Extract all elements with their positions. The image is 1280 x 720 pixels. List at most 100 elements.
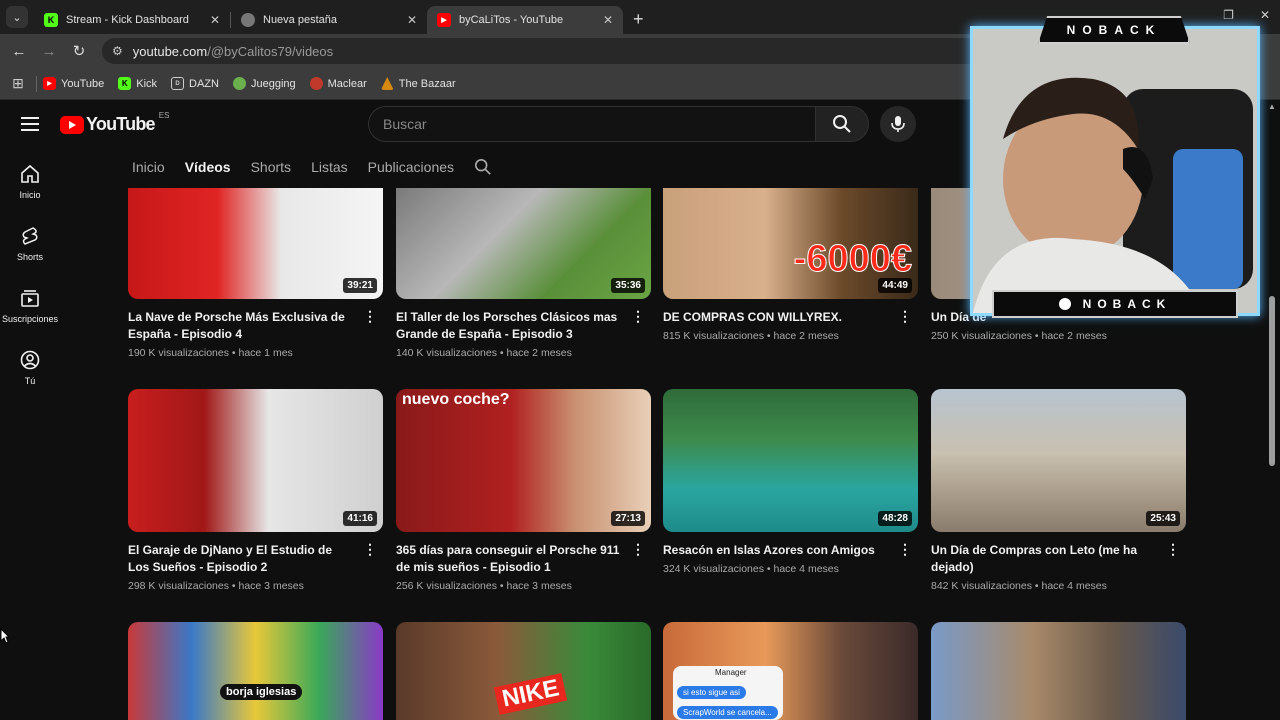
- tab-title: Nueva pestaña: [263, 14, 337, 26]
- close-icon[interactable]: ✕: [603, 13, 613, 27]
- forward-icon[interactable]: →: [34, 43, 64, 60]
- search-button[interactable]: [815, 106, 869, 142]
- video-thumbnail[interactable]: 48:28: [663, 389, 918, 532]
- rail-label: Suscripciones: [1, 314, 59, 324]
- rail-item-suscripciones[interactable]: Suscripciones: [0, 288, 60, 324]
- rail-item-shorts[interactable]: Shorts: [0, 226, 60, 262]
- video-title[interactable]: DE COMPRAS CON WILLYREX.: [663, 309, 891, 326]
- video-title[interactable]: El Taller de los Porsches Clásicos mas G…: [396, 309, 624, 343]
- voice-search-button[interactable]: [880, 106, 916, 142]
- close-icon[interactable]: ✕: [210, 13, 220, 27]
- search-placeholder: Buscar: [383, 116, 427, 132]
- channel-search-icon[interactable]: [474, 158, 492, 176]
- video-thumbnail[interactable]: 25:43: [931, 389, 1186, 532]
- more-options-icon[interactable]: ⋮: [898, 541, 912, 558]
- video-title[interactable]: Resacón en Islas Azores con Amigos: [663, 542, 891, 559]
- tab-publicaciones[interactable]: Publicaciones: [368, 159, 454, 175]
- tab-search-button[interactable]: ⌄: [6, 6, 28, 28]
- video-thumbnail[interactable]: NIKE: [396, 622, 651, 720]
- more-options-icon[interactable]: ⋮: [631, 308, 645, 325]
- new-tab-button[interactable]: +: [633, 9, 644, 30]
- duration-badge: 35:36: [611, 278, 645, 293]
- menu-icon[interactable]: [21, 117, 39, 135]
- video-card[interactable]: -6000€ 44:49 DE COMPRAS CON WILLYREX. 81…: [663, 188, 918, 342]
- address-bar[interactable]: ⚙ youtube.com/@byCalitos79/videos: [102, 38, 1022, 64]
- video-card[interactable]: 41:16 El Garaje de DjNano y El Estudio d…: [128, 389, 383, 592]
- video-title[interactable]: El Garaje de DjNano y El Estudio de Los …: [128, 542, 356, 576]
- video-card[interactable]: nuevo coche? 27:13 365 días para consegu…: [396, 389, 651, 592]
- youtube-logo[interactable]: YouTube ES: [60, 111, 169, 135]
- juegging-icon: [232, 77, 246, 90]
- tab-listas[interactable]: Listas: [311, 159, 348, 175]
- more-options-icon[interactable]: ⋮: [898, 308, 912, 325]
- video-meta: 842 K visualizaciones • hace 4 meses: [931, 580, 1107, 592]
- bookmark-dazn[interactable]: D DAZN: [171, 77, 219, 90]
- bazaar-icon: [380, 77, 394, 90]
- bookmark-label: DAZN: [189, 77, 219, 90]
- webcam-bottom-badge-text: NOBACK: [1082, 297, 1172, 311]
- close-icon[interactable]: ✕: [407, 13, 417, 27]
- chrome-icon: [241, 13, 255, 27]
- video-card[interactable]: 48:28 Resacón en Islas Azores con Amigos…: [663, 389, 918, 575]
- bookmark-youtube[interactable]: ▶ YouTube: [43, 77, 104, 90]
- duration-badge: 48:28: [878, 511, 912, 526]
- rail-item-tu[interactable]: Tú: [0, 350, 60, 386]
- tab-shorts[interactable]: Shorts: [251, 159, 291, 175]
- bookmark-the-bazaar[interactable]: The Bazaar: [380, 77, 456, 90]
- view-count: 256 K visualizaciones: [396, 580, 497, 592]
- duration-badge: 41:16: [343, 511, 377, 526]
- tab-videos[interactable]: Vídeos: [185, 159, 231, 175]
- more-options-icon[interactable]: ⋮: [363, 541, 377, 558]
- video-card[interactable]: Manager si esto sigue asi ScrapWorld se …: [663, 622, 918, 720]
- streamer-video-image: [973, 29, 1257, 313]
- video-title[interactable]: 365 días para conseguir el Porsche 911 d…: [396, 542, 624, 576]
- video-title[interactable]: La Nave de Porsche Más Exclusiva de Espa…: [128, 309, 356, 343]
- video-card[interactable]: 35:36 El Taller de los Porsches Clásicos…: [396, 188, 651, 359]
- page-scrollbar[interactable]: ▲: [1268, 100, 1276, 720]
- view-count: 140 K visualizaciones: [396, 347, 497, 359]
- more-options-icon[interactable]: ⋮: [1166, 541, 1180, 558]
- scroll-up-icon[interactable]: ▲: [1268, 102, 1276, 111]
- video-card[interactable]: 25:43 Un Día de Compras con Leto (me ha …: [931, 389, 1186, 592]
- upload-age: hace 3 meses: [506, 580, 572, 592]
- site-info-icon[interactable]: ⚙: [112, 44, 123, 58]
- video-thumbnail[interactable]: -6000€ 44:49: [663, 188, 918, 299]
- video-title[interactable]: Un Día de Compras con Leto (me ha dejado…: [931, 542, 1159, 576]
- bookmark-label: Juegging: [250, 77, 296, 90]
- video-card[interactable]: borja iglesias: [128, 622, 383, 720]
- upload-age: hace 2 meses: [506, 347, 572, 359]
- bookmark-juegging[interactable]: Juegging: [232, 77, 296, 90]
- tab-inicio[interactable]: Inicio: [132, 159, 165, 175]
- thumbnail-overlay-text: ScrapWorld se cancela...: [677, 706, 778, 719]
- video-thumbnail[interactable]: 35:36: [396, 188, 651, 299]
- video-thumbnail[interactable]: Manager si esto sigue asi ScrapWorld se …: [663, 622, 918, 720]
- rail-item-inicio[interactable]: Inicio: [0, 164, 60, 200]
- video-card[interactable]: [931, 622, 1186, 720]
- video-thumbnail[interactable]: [931, 622, 1186, 720]
- bookmark-maclear[interactable]: Maclear: [309, 77, 367, 90]
- thumbnail-overlay-text: NIKE: [493, 673, 568, 715]
- tab-youtube[interactable]: ▶ byCaLiTos - YouTube ✕: [427, 6, 623, 34]
- video-meta: 250 K visualizaciones • hace 2 meses: [931, 330, 1107, 342]
- spotify-icon: [1058, 298, 1071, 310]
- upload-age: hace 3 meses: [238, 580, 304, 592]
- scrollbar-thumb[interactable]: [1269, 296, 1275, 466]
- search-input[interactable]: Buscar: [368, 106, 816, 142]
- reload-icon[interactable]: ↻: [64, 42, 94, 60]
- apps-grid-icon[interactable]: ⊞: [0, 75, 36, 92]
- video-thumbnail[interactable]: 39:21: [128, 188, 383, 299]
- video-thumbnail[interactable]: borja iglesias: [128, 622, 383, 720]
- back-icon[interactable]: ←: [4, 43, 34, 60]
- video-thumbnail[interactable]: nuevo coche? 27:13: [396, 389, 651, 532]
- thumbnail-overlay-text: Manager: [715, 668, 747, 677]
- tab-new-tab[interactable]: Nueva pestaña ✕: [231, 6, 427, 34]
- tab-kick-dashboard[interactable]: K Stream - Kick Dashboard ✕: [34, 6, 230, 34]
- bookmark-kick[interactable]: K Kick: [118, 77, 157, 90]
- more-options-icon[interactable]: ⋮: [363, 308, 377, 325]
- rail-label: Tú: [24, 376, 36, 386]
- more-options-icon[interactable]: ⋮: [631, 541, 645, 558]
- video-card[interactable]: 39:21 La Nave de Porsche Más Exclusiva d…: [128, 188, 383, 359]
- view-count: 298 K visualizaciones: [128, 580, 229, 592]
- video-thumbnail[interactable]: 41:16: [128, 389, 383, 532]
- video-card[interactable]: NIKE: [396, 622, 651, 720]
